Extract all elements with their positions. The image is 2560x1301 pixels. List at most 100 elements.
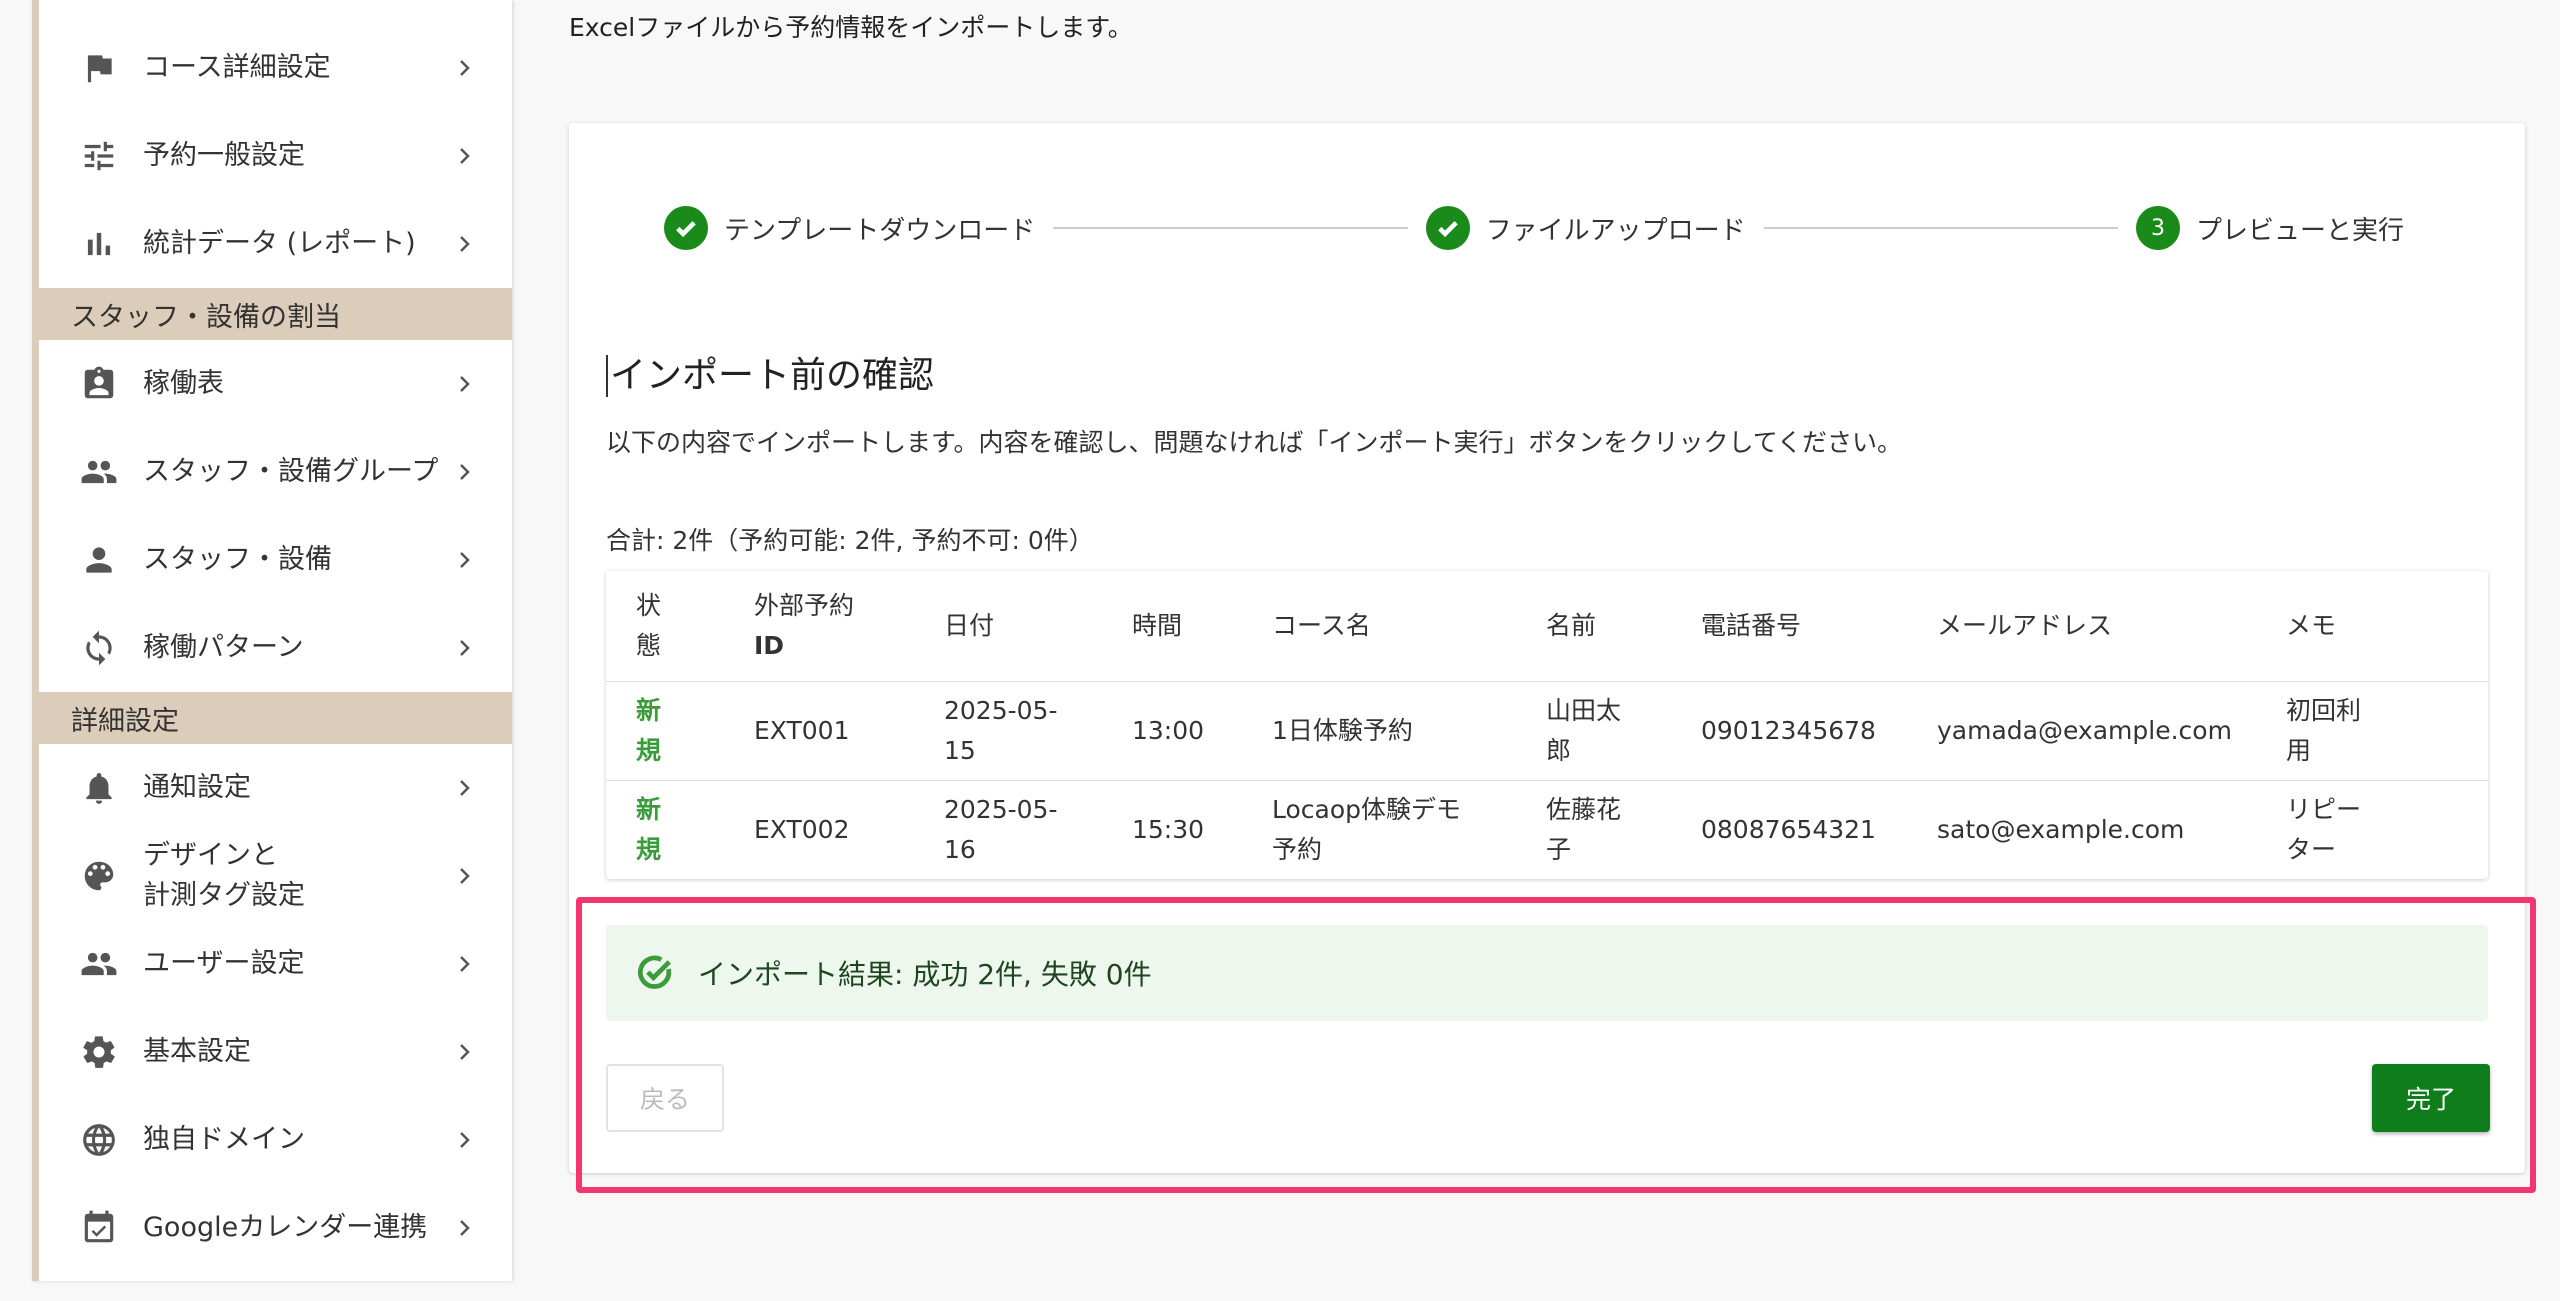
check-icon xyxy=(664,206,708,250)
palette-icon xyxy=(79,856,119,896)
import-summary: 合計: 2件（予約可能: 2件, 予約不可: 0件） xyxy=(606,526,1094,555)
sidebar-item-label: 予約一般設定 xyxy=(143,140,305,171)
table-row: 新規 EXT001 2025-05- 15 13:00 1日体験予約 山田太郎 0… xyxy=(606,681,2488,781)
gear-icon xyxy=(79,1032,119,1072)
step-preview-execute: 3 プレビューと実行 xyxy=(2136,206,2404,250)
import-result-text: インポート結果: 成功 2件, 失敗 0件 xyxy=(698,958,1152,991)
cell-status: 新規 xyxy=(606,780,724,879)
sidebar-item-label: 独自ドメイン xyxy=(143,1124,305,1155)
confirm-description: 以下の内容でインポートします。内容を確認し、問題なければ「インポート実行」ボタン… xyxy=(606,428,1903,457)
cell-external-id: EXT001 xyxy=(724,681,914,781)
cell-time: 15:30 xyxy=(1102,780,1242,879)
done-button[interactable]: 完了 xyxy=(2372,1064,2490,1132)
cell-external-id: EXT002 xyxy=(724,780,914,879)
step-label: テンプレートダウンロード xyxy=(724,215,1036,246)
cell-status: 新規 xyxy=(606,681,724,781)
chevron-right-icon xyxy=(452,952,476,976)
cell-phone: 09012345678 xyxy=(1671,681,1907,781)
chevron-right-icon xyxy=(452,460,476,484)
cell-email: yamada@example.com xyxy=(1907,681,2256,781)
sidebar-item-staff-groups[interactable]: スタッフ・設備グループ xyxy=(39,428,512,516)
sidebar-section-advanced: 詳細設定 xyxy=(39,692,512,744)
back-button[interactable]: 戻る xyxy=(606,1064,724,1132)
sidebar-item-label: 基本設定 xyxy=(143,1036,251,1067)
sidebar-item-staff[interactable]: スタッフ・設備 xyxy=(39,516,512,604)
check-icon xyxy=(1425,206,1470,250)
cell-date: 2025-05- 15 xyxy=(914,681,1102,781)
sidebar-item-google-calendar[interactable]: Googleカレンダー連携 xyxy=(39,1184,512,1272)
bar-chart-icon xyxy=(79,224,119,264)
sidebar-item-label: スタッフ・設備グループ xyxy=(143,456,439,487)
stepper: テンプレートダウンロード ファイルアップロード 3 プレビューと実行 xyxy=(664,203,2404,253)
flag-icon xyxy=(79,48,119,88)
import-card: テンプレートダウンロード ファイルアップロード 3 プレビューと実行 インポート… xyxy=(569,123,2525,1173)
chevron-right-icon xyxy=(452,56,476,80)
sidebar-item-label: デザインと 計測タグ設定 xyxy=(143,836,452,916)
chevron-right-icon xyxy=(452,1128,476,1152)
bell-icon xyxy=(79,768,119,808)
sidebar-item-basic-settings[interactable]: 基本設定 xyxy=(39,1008,512,1096)
chevron-right-icon xyxy=(452,232,476,256)
step-label: プレビューと実行 xyxy=(2196,215,2405,246)
chevron-right-icon xyxy=(452,636,476,660)
sidebar-item-label: 通知設定 xyxy=(143,772,251,803)
sidebar-item-design[interactable]: デザインと 計測タグ設定 xyxy=(39,832,512,920)
col-header-course: コース名 xyxy=(1242,571,1516,682)
col-header-name: 名前 xyxy=(1516,571,1671,682)
sidebar-item-users[interactable]: ユーザー設定 xyxy=(39,920,512,1008)
step-label: ファイルアップロード xyxy=(1485,215,1746,246)
col-header-date: 日付 xyxy=(914,571,1102,682)
sidebar-item-label: ユーザー設定 xyxy=(143,948,305,979)
cell-course: Locaop体験デモ 予約 xyxy=(1242,780,1516,879)
sidebar-item-notifications[interactable]: 通知設定 xyxy=(39,744,512,832)
check-circle-icon xyxy=(638,955,672,989)
chevron-right-icon xyxy=(452,548,476,572)
chevron-right-icon xyxy=(452,144,476,168)
chevron-right-icon xyxy=(452,864,476,888)
col-header-time: 時間 xyxy=(1102,571,1242,682)
sidebar-item-reservation-settings[interactable]: 予約一般設定 xyxy=(39,112,512,200)
people-icon xyxy=(79,944,119,984)
cell-date: 2025-05- 16 xyxy=(914,780,1102,879)
col-header-memo: メモ xyxy=(2256,571,2488,682)
assignment-ind-icon xyxy=(79,364,119,404)
sidebar-item-schedule[interactable]: 稼働表 xyxy=(39,340,512,428)
page-intro: Excelファイルから予約情報をインポートします。 xyxy=(569,13,1133,42)
cell-course: 1日体験予約 xyxy=(1242,681,1516,781)
cell-phone: 08087654321 xyxy=(1671,780,1907,879)
col-header-email: メールアドレス xyxy=(1907,571,2256,682)
sidebar-item-label: 稼働表 xyxy=(143,368,224,399)
tune-icon xyxy=(79,136,119,176)
sidebar-item-course-detail[interactable]: コース詳細設定 xyxy=(39,24,512,112)
step-connector xyxy=(1763,227,2118,229)
sidebar-item-patterns[interactable]: 稼働パターン xyxy=(39,604,512,692)
cell-name: 山田太郎 xyxy=(1516,681,1671,781)
preview-table: 状態 外部予約 ID 日付 時間 コース名 名前 電話番号 メールアドレス メモ … xyxy=(606,571,2488,879)
col-header-status: 状態 xyxy=(606,571,724,682)
col-header-external-id: 外部予約 ID xyxy=(724,571,914,682)
col-header-phone: 電話番号 xyxy=(1671,571,1907,682)
table-header-row: 状態 外部予約 ID 日付 時間 コース名 名前 電話番号 メールアドレス メモ xyxy=(606,571,2488,682)
cell-time: 13:00 xyxy=(1102,681,1242,781)
person-icon xyxy=(79,540,119,580)
sidebar-item-label: 統計データ (レポート) xyxy=(143,228,416,259)
cell-memo: リピー ター xyxy=(2256,780,2488,879)
table-row: 新規 EXT002 2025-05- 16 15:30 Locaop体験デモ 予約 … xyxy=(606,780,2488,879)
sidebar-item-domain[interactable]: 独自ドメイン xyxy=(39,1096,512,1184)
sidebar-item-label: スタッフ・設備 xyxy=(143,544,332,575)
chevron-right-icon xyxy=(452,372,476,396)
people-icon xyxy=(79,452,119,492)
cell-memo: 初回利用 xyxy=(2256,681,2488,781)
sidebar-item-label: Googleカレンダー連携 xyxy=(143,1212,428,1243)
sidebar-section-staff: スタッフ・設備の割当 xyxy=(39,288,512,340)
chevron-right-icon xyxy=(452,1216,476,1240)
cell-name: 佐藤花子 xyxy=(1516,780,1671,879)
calendar-check-icon xyxy=(79,1208,119,1248)
sidebar-item-statistics[interactable]: 統計データ (レポート) xyxy=(39,200,512,288)
sidebar-item-label-line1: デザインと xyxy=(143,840,278,871)
sidebar-item-label: 稼働パターン xyxy=(143,632,304,663)
chevron-right-icon xyxy=(452,776,476,800)
confirm-title: インポート前の確認 xyxy=(606,355,934,397)
chevron-right-icon xyxy=(452,1040,476,1064)
